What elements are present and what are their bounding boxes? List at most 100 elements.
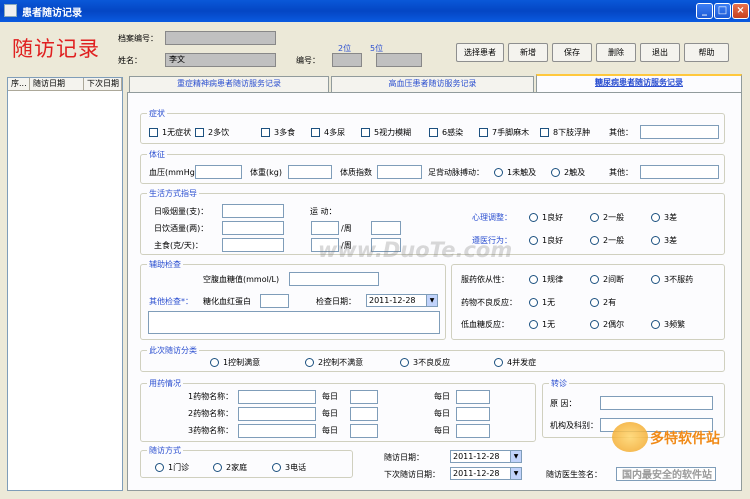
maximize-button[interactable]: □: [714, 3, 731, 19]
tab-psychosis[interactable]: 重症精神病患者随访服务记录: [129, 76, 329, 92]
check-date-value: 2011-12-28: [369, 296, 416, 305]
referral-reason-input[interactable]: [600, 396, 713, 410]
tab-diabetes[interactable]: 糖尿病患者随访服务记录: [536, 74, 742, 93]
close-button[interactable]: ×: [732, 3, 749, 19]
drug-dose-input-3[interactable]: [456, 424, 490, 438]
mental-option-3: 3差: [664, 213, 678, 222]
page-title: 随访记录: [12, 37, 100, 61]
other-check-textarea[interactable]: [148, 311, 440, 334]
smoke-input[interactable]: [222, 204, 284, 218]
meds-radio-0-1[interactable]: [529, 275, 538, 284]
visit-mode-radio-2[interactable]: [213, 463, 222, 472]
exercise-freq-input[interactable]: [311, 221, 339, 235]
hba1c-input[interactable]: [260, 294, 289, 308]
compliance-option-3: 3差: [664, 236, 678, 245]
visit-mode-radio-1[interactable]: [155, 463, 164, 472]
mental-radio-2[interactable]: [590, 213, 599, 222]
name-label: 姓名：: [118, 56, 142, 65]
classification-option-2: 2控制不满意: [318, 358, 364, 367]
meds-radio-2-3[interactable]: [651, 320, 660, 329]
number-field-1[interactable]: [332, 53, 362, 67]
meds-option-1-1: 1无: [542, 298, 556, 307]
meds-radio-0-3[interactable]: [651, 275, 660, 284]
drug-freq-input-1[interactable]: [350, 390, 378, 404]
bmi-label: 体质指数: [340, 168, 372, 177]
visit-mode-radio-3[interactable]: [272, 463, 281, 472]
bp-input[interactable]: [195, 165, 242, 179]
visit-mode-option-1: 1门诊: [168, 463, 190, 472]
name-field[interactable]: 李文: [165, 53, 276, 67]
classification-radio-4[interactable]: [494, 358, 503, 367]
meds-radio-1-1[interactable]: [529, 298, 538, 307]
drug-name-input-1[interactable]: [238, 390, 316, 404]
pulse-opt1: 1未触及: [507, 168, 537, 177]
symptom-checkbox-1[interactable]: [149, 128, 158, 137]
exercise-label: 运 动：: [310, 207, 337, 216]
referral-title: 转诊: [549, 378, 569, 389]
symptom-checkbox-2[interactable]: [195, 128, 204, 137]
lifestyle-title: 生活方式指导: [147, 188, 199, 199]
visit-mode-title: 随访方式: [147, 445, 183, 456]
help-button[interactable]: 帮助: [684, 43, 729, 62]
number-field-2[interactable]: [376, 53, 422, 67]
archive-field[interactable]: [165, 31, 276, 45]
compliance-radio-3[interactable]: [651, 236, 660, 245]
daily-label-a-1: 每日: [322, 392, 338, 401]
food-input[interactable]: [222, 238, 284, 252]
exit-button[interactable]: 退出: [640, 43, 680, 62]
meds-option-1-2: 2有: [603, 298, 617, 307]
next-date-picker[interactable]: 2011-12-28 ▼: [450, 467, 522, 480]
dropdown-arrow-icon: ▼: [510, 468, 521, 479]
select-patient-button[interactable]: 选择患者: [456, 43, 504, 62]
symptom-checkbox-5[interactable]: [361, 128, 370, 137]
drug-freq-input-3[interactable]: [350, 424, 378, 438]
meds-radio-2-2[interactable]: [590, 320, 599, 329]
compliance-radio-2[interactable]: [590, 236, 599, 245]
symptom-checkbox-7[interactable]: [479, 128, 488, 137]
check-date-picker[interactable]: 2011-12-28 ▼: [366, 294, 438, 307]
pulse-label: 足背动脉搏动：: [428, 168, 484, 177]
symptom-checkbox-3[interactable]: [261, 128, 270, 137]
drug-name-input-3[interactable]: [238, 424, 316, 438]
bmi-input[interactable]: [377, 165, 422, 179]
minimize-button[interactable]: _: [696, 3, 713, 19]
drug-dose-input-1[interactable]: [456, 390, 490, 404]
exercise-time-input[interactable]: [371, 221, 401, 235]
symptom-label-2: 2多饮: [208, 128, 230, 137]
delete-button[interactable]: 删除: [596, 43, 636, 62]
symptoms-other-input[interactable]: [640, 125, 719, 139]
tab-hypertension[interactable]: 高血压患者随访服务记录: [331, 76, 534, 92]
classification-radio-1[interactable]: [210, 358, 219, 367]
pulse-radio-1[interactable]: [494, 168, 503, 177]
signs-other-input[interactable]: [640, 165, 719, 179]
classification-radio-2[interactable]: [305, 358, 314, 367]
symptom-label-7: 7手脚麻木: [492, 128, 530, 137]
symptom-checkbox-4[interactable]: [311, 128, 320, 137]
list-col-seq[interactable]: 序...: [8, 78, 30, 91]
compliance-radio-1[interactable]: [529, 236, 538, 245]
weight-input[interactable]: [288, 165, 332, 179]
daily-label-b-2: 每日: [434, 409, 450, 418]
drug-freq-input-2[interactable]: [350, 407, 378, 421]
save-button[interactable]: 保存: [552, 43, 592, 62]
meds-radio-1-2[interactable]: [590, 298, 599, 307]
classification-option-4: 4并发症: [507, 358, 537, 367]
app-icon: [4, 4, 17, 17]
visit-date-picker[interactable]: 2011-12-28 ▼: [450, 450, 522, 463]
mental-radio-3[interactable]: [651, 213, 660, 222]
mental-radio-1[interactable]: [529, 213, 538, 222]
meds-radio-0-2[interactable]: [590, 275, 599, 284]
visit-list[interactable]: 序... 随访日期 下次日期: [7, 77, 123, 491]
new-button[interactable]: 新增: [508, 43, 548, 62]
meds-radio-2-1[interactable]: [529, 320, 538, 329]
symptom-checkbox-6[interactable]: [429, 128, 438, 137]
pulse-radio-2[interactable]: [551, 168, 560, 177]
drug-dose-input-2[interactable]: [456, 407, 490, 421]
fbg-input[interactable]: [289, 272, 379, 286]
list-col-next-date[interactable]: 下次日期: [84, 78, 122, 91]
list-col-visit-date[interactable]: 随访日期: [30, 78, 84, 91]
drink-input[interactable]: [222, 221, 284, 235]
symptom-checkbox-8[interactable]: [540, 128, 549, 137]
drug-name-input-2[interactable]: [238, 407, 316, 421]
classification-radio-3[interactable]: [400, 358, 409, 367]
